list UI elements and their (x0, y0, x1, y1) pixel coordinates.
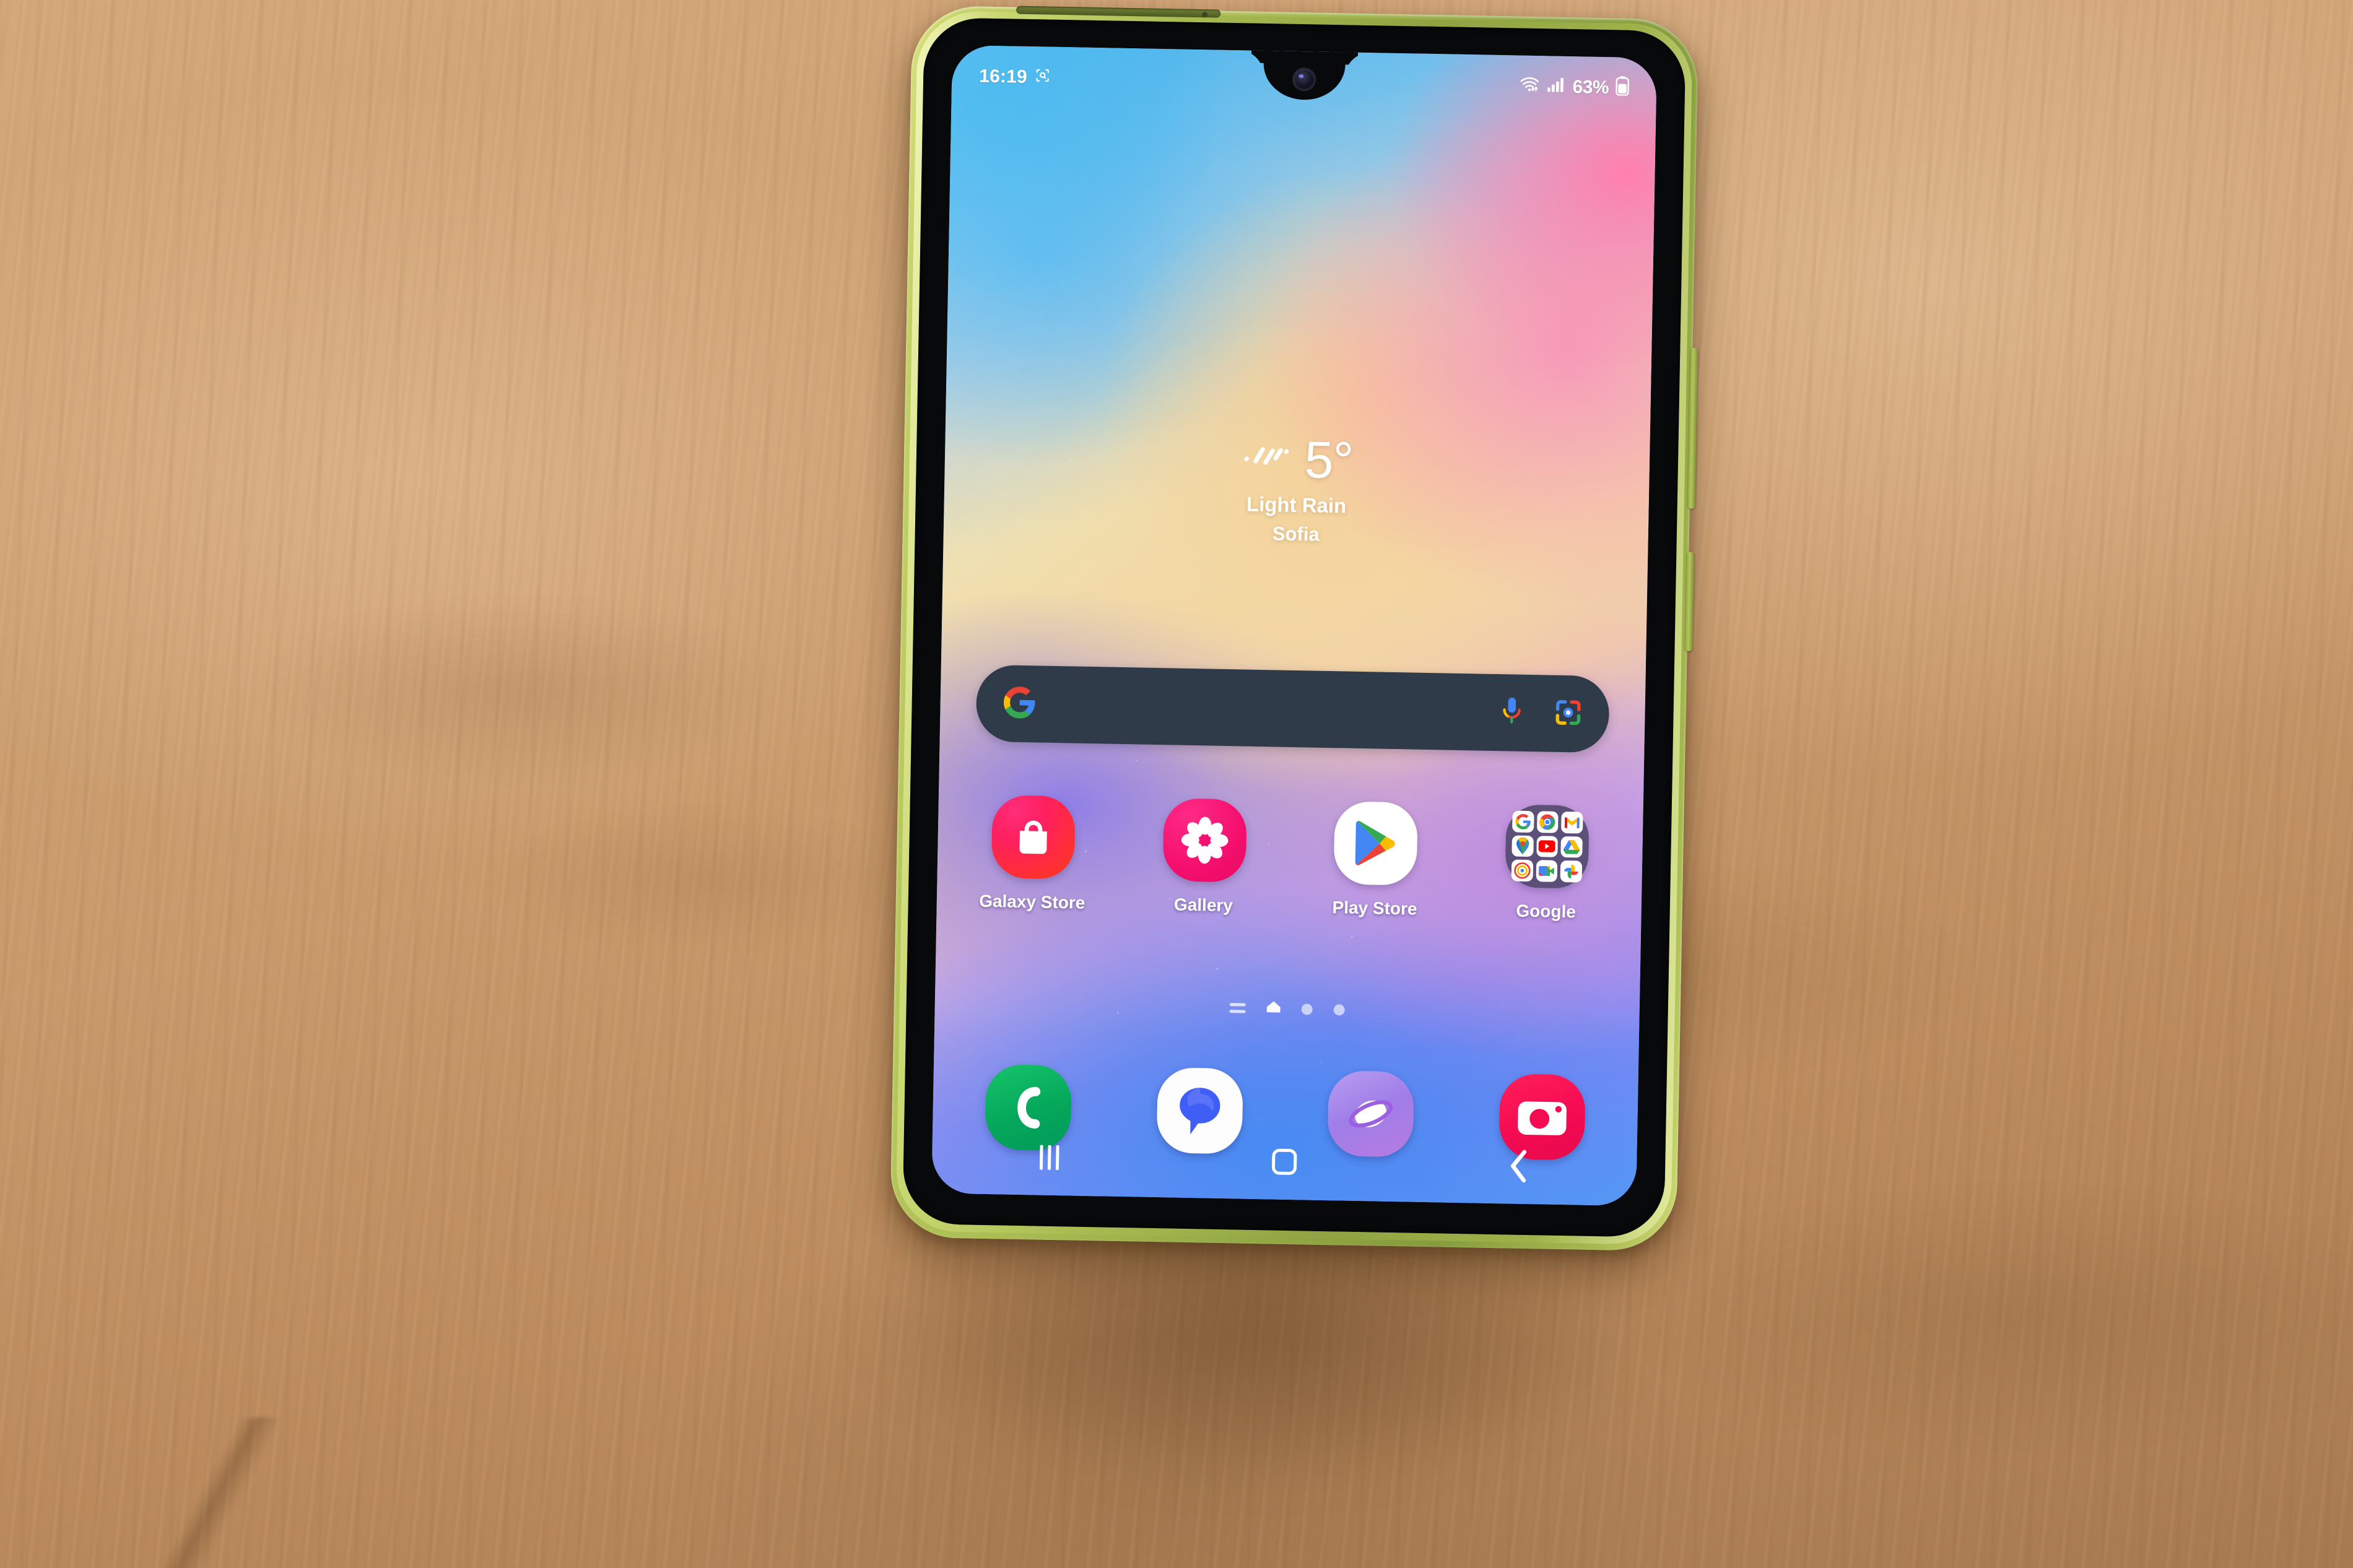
google-folder-icon (1505, 804, 1590, 889)
search-input[interactable] (1037, 665, 1500, 751)
battery-percent: 63% (1572, 77, 1609, 98)
screen-capture-icon (1034, 67, 1051, 89)
recents-icon (1040, 1145, 1059, 1171)
app-gallery[interactable]: Gallery (1133, 797, 1276, 916)
google-one-icon (1511, 859, 1533, 882)
navigation-bar[interactable] (931, 1117, 1637, 1206)
photos-icon (1560, 860, 1583, 883)
home-button[interactable] (1228, 1131, 1341, 1192)
app-label: Gallery (1173, 894, 1233, 916)
clock: 16:19 (978, 66, 1028, 87)
light-rain-icon (1241, 439, 1295, 480)
screen-bezel: 16:19 63% 5° Light Rain Sofia Galaxy Sto… (902, 17, 1686, 1238)
app-list-icon[interactable] (1229, 1002, 1246, 1013)
home-screen-app-grid: Galaxy Store Gallery Play Store Google (962, 794, 1619, 922)
google-g-logo (1002, 685, 1037, 723)
drive-icon (1560, 836, 1583, 858)
smartphone: 16:19 63% 5° Light Rain Sofia Galaxy Sto… (889, 5, 1699, 1252)
weather-temperature: 5° (1303, 430, 1354, 490)
chrome-icon (1536, 811, 1559, 833)
google-search-icon (1511, 810, 1534, 833)
home-icon (1271, 1148, 1297, 1176)
gallery-icon (1162, 798, 1247, 883)
gmail-icon (1561, 811, 1583, 834)
page-dot[interactable] (1301, 1003, 1313, 1015)
search-actions (1498, 695, 1583, 732)
meet-icon (1536, 860, 1558, 882)
microphone-icon[interactable] (1498, 695, 1525, 731)
back-icon (1511, 1150, 1527, 1183)
google-lens-icon[interactable] (1553, 697, 1583, 730)
weather-widget[interactable]: 5° Light Rain Sofia (944, 429, 1650, 552)
status-bar-right: 63% (1519, 74, 1629, 101)
wifi-icon (1519, 75, 1541, 99)
app-play-store[interactable]: Play Store (1304, 800, 1447, 919)
app-folder-google[interactable]: Google (1475, 803, 1618, 922)
app-galaxy-store[interactable]: Galaxy Store (962, 794, 1105, 913)
maps-icon (1511, 835, 1534, 857)
status-bar-left: 16:19 (979, 66, 1051, 89)
desk-plank-seam (0, 1418, 458, 1568)
back-button[interactable] (1463, 1135, 1576, 1197)
youtube-icon (1536, 835, 1559, 858)
battery-icon (1616, 76, 1630, 100)
phone-screen[interactable]: 16:19 63% 5° Light Rain Sofia Galaxy Sto… (931, 45, 1657, 1206)
play-store-icon (1333, 801, 1419, 886)
app-label: Play Store (1332, 898, 1417, 919)
galaxy-store-icon (991, 795, 1076, 880)
wallpaper-sparkles (931, 45, 1657, 1206)
weather-condition: Light Rain (1246, 492, 1347, 518)
signal-icon (1547, 76, 1566, 98)
recents-button[interactable] (993, 1127, 1106, 1188)
folder-mini-grid (1511, 810, 1583, 883)
page-dot[interactable] (1333, 1003, 1345, 1016)
app-label: Google (1516, 901, 1577, 922)
earpiece-pinhole (1202, 12, 1208, 18)
home-page-icon[interactable] (1266, 1001, 1281, 1015)
google-search-bar[interactable] (975, 664, 1610, 753)
app-label: Galaxy Store (978, 891, 1085, 912)
